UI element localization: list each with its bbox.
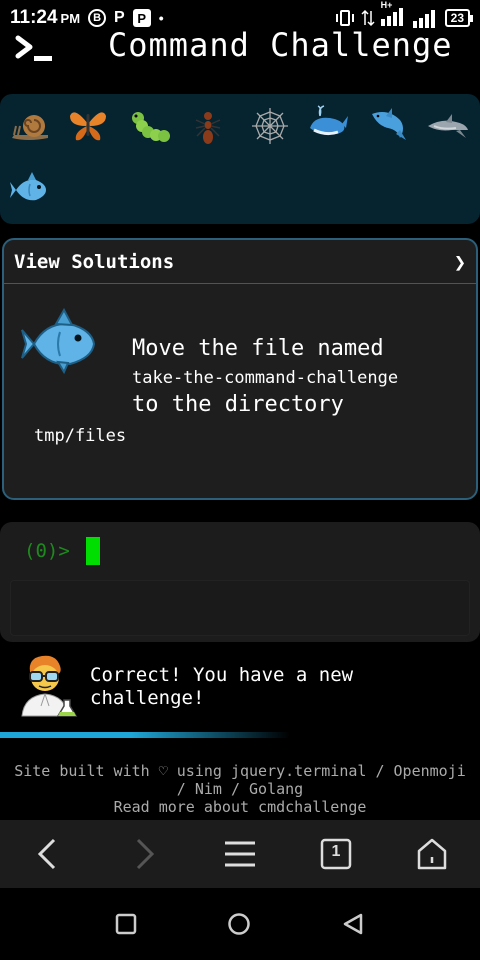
p-notification-icon: P — [114, 9, 125, 26]
recents-icon[interactable] — [115, 913, 137, 935]
terminal-input[interactable] — [10, 580, 470, 636]
b-notification-icon: B — [88, 9, 107, 27]
task-directory: tmp/files — [34, 426, 127, 446]
browser-toolbar: 1 — [0, 820, 480, 888]
data-arrows-icon — [361, 9, 375, 27]
dolphin-gray-icon[interactable] — [426, 104, 470, 148]
status-ampm: PM — [60, 10, 81, 26]
ant-icon[interactable] — [186, 106, 230, 150]
menu-button[interactable] — [210, 824, 270, 884]
footer-credits-line1[interactable]: Site built with ♡ using jquery.terminal … — [0, 762, 480, 780]
home-icon — [417, 838, 447, 870]
dolphin-icon[interactable] — [366, 102, 410, 146]
status-time: 11:24 — [10, 7, 58, 28]
view-solutions-header[interactable]: View Solutions ❯ — [4, 240, 476, 284]
signal-icon-2 — [412, 10, 435, 28]
butterfly-icon[interactable] — [66, 102, 110, 146]
task-text-line2: to the directory — [132, 392, 344, 417]
terminal-prompt: (0)> — [24, 540, 70, 562]
back-triangle-icon[interactable] — [341, 912, 365, 936]
app-header: Command Challenge — [0, 28, 480, 68]
forward-button[interactable] — [114, 824, 174, 884]
home-button[interactable] — [402, 824, 462, 884]
read-more-link[interactable]: Read more about cmdchallenge — [0, 798, 480, 816]
network-type: H+ — [380, 0, 393, 10]
progress-bar — [0, 732, 290, 738]
battery-indicator: 23 — [444, 9, 474, 27]
fish-icon[interactable] — [8, 168, 52, 212]
task-filename: take-the-command-challenge — [132, 368, 399, 388]
fish-icon — [21, 308, 96, 375]
chevron-left-icon — [37, 838, 56, 870]
home-circle-icon[interactable] — [227, 912, 251, 936]
back-button[interactable] — [18, 824, 78, 884]
site-footer: Site built with ♡ using jquery.terminal … — [0, 762, 480, 816]
notification-icons: B P P • — [88, 9, 164, 27]
tab-count: 1 — [331, 843, 341, 860]
feedback-message: Correct! You have a new challenge! — [90, 664, 354, 709]
hamburger-menu-icon — [225, 841, 255, 867]
scientist-avatar-icon — [21, 655, 78, 717]
view-solutions-label[interactable]: View Solutions — [14, 251, 174, 273]
signal-hplus: H+ — [380, 0, 407, 31]
android-navigation-bar — [0, 888, 480, 960]
terminal-prompt-icon[interactable] — [14, 34, 54, 64]
task-text-line1: Move the file named — [132, 336, 384, 361]
challenge-progress-strip — [0, 94, 480, 224]
tabs-button[interactable]: 1 — [306, 824, 366, 884]
status-right: H+ 23 — [335, 0, 474, 31]
p-box-notification-icon: P — [132, 9, 151, 27]
chevron-right-icon — [136, 838, 155, 870]
chevron-right-icon[interactable]: ❯ — [454, 250, 466, 274]
challenge-card: View Solutions ❯ Move the file named tak… — [2, 238, 478, 500]
terminal-cursor — [86, 537, 100, 565]
dot-notification-icon: • — [158, 10, 164, 26]
footer-credits-line2[interactable]: / Nim / Golang — [0, 780, 480, 798]
spider-web-icon[interactable] — [248, 104, 292, 148]
whale-icon[interactable] — [306, 102, 350, 146]
vibrate-icon — [335, 10, 354, 26]
page-title: Command Challenge — [108, 28, 453, 64]
terminal[interactable]: (0)> — [0, 522, 480, 642]
snail-icon[interactable] — [8, 104, 52, 148]
caterpillar-icon[interactable] — [128, 106, 172, 150]
